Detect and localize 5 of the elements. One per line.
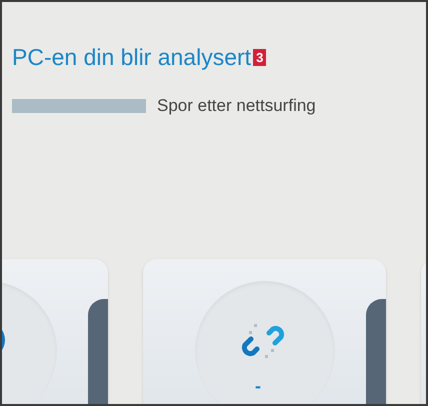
- scan-status: Spor etter nettsurfing: [157, 95, 316, 117]
- number-badge: 3: [253, 49, 266, 66]
- result-value: -: [255, 376, 261, 394]
- page-title: PC-en din blir analysert: [12, 46, 252, 69]
- card[interactable]: -: [143, 258, 386, 404]
